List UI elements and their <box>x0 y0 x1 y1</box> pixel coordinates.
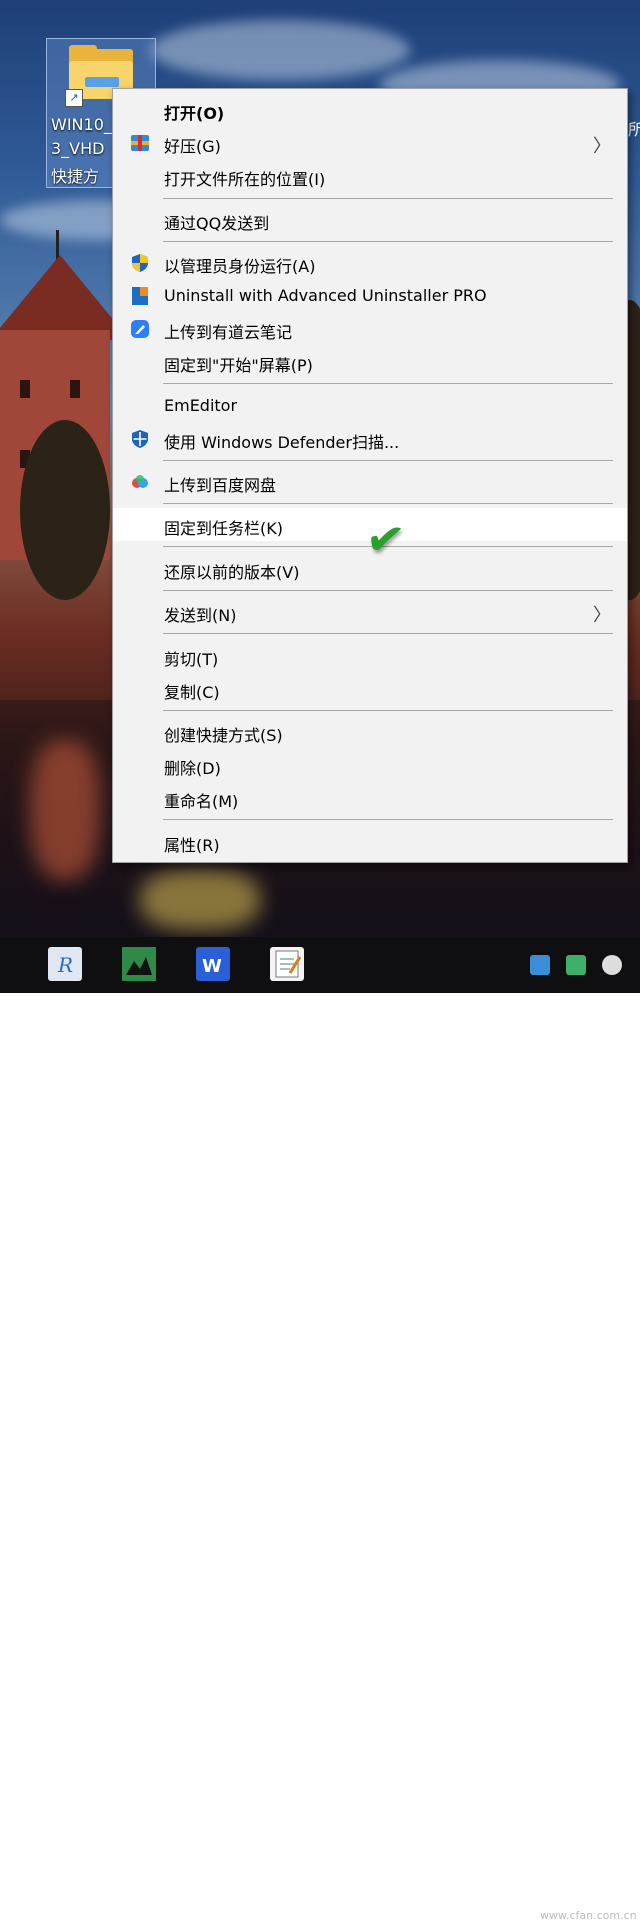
menu-item-label: 上传到百度网盘 <box>164 476 277 495</box>
uac-shield-icon <box>130 253 150 273</box>
menu-item-label: 使用 Windows Defender扫描... <box>164 433 400 452</box>
menu-item-send-to[interactable]: 发送到(N) 〉 <box>113 595 627 628</box>
reflection-light <box>30 740 100 880</box>
folder-icon-stripe <box>85 77 119 87</box>
baidu-netdisk-icon <box>130 472 150 492</box>
advanced-uninstaller-icon <box>130 286 150 306</box>
menu-item-label: 重命名(M) <box>164 792 239 811</box>
tree <box>20 420 110 600</box>
watermark: www.cfan.com.cn <box>540 1909 637 1922</box>
menu-separator <box>163 819 613 820</box>
menu-item-open-location[interactable]: 打开文件所在的位置(I) <box>113 159 627 192</box>
clock-icon[interactable] <box>602 955 622 975</box>
menu-item-label: 剪切(T) <box>164 650 219 669</box>
menu-separator <box>163 383 613 384</box>
menu-item-open[interactable]: 打开(O) <box>113 93 627 126</box>
menu-item-advanced-uninstaller[interactable]: Uninstall with Advanced Uninstaller PRO <box>113 279 627 312</box>
menu-item-properties[interactable]: 属性(R) <box>113 825 627 858</box>
menu-item-send-via-qq[interactable]: 通过QQ发送到 <box>113 203 627 236</box>
chevron-right-icon: 〉 <box>593 605 611 626</box>
menu-item-label: 复制(C) <box>164 683 220 702</box>
menu-item-label: 通过QQ发送到 <box>164 214 270 233</box>
image-viewer-icon[interactable] <box>122 947 156 981</box>
menu-item-emeditor[interactable]: EmEditor <box>113 389 627 422</box>
menu-item-baidu-netdisk[interactable]: 上传到百度网盘 <box>113 465 627 498</box>
menu-separator <box>163 710 613 711</box>
rainmeter-icon[interactable]: R <box>48 947 82 981</box>
menu-separator <box>163 241 613 242</box>
virtualbox-icon[interactable] <box>530 955 550 975</box>
network-icon[interactable] <box>566 955 586 975</box>
menu-item-label: 发送到(N) <box>164 606 237 625</box>
svg-text:R: R <box>57 953 73 977</box>
desktop-edge-text: 所 <box>628 120 640 139</box>
menu-separator <box>163 503 613 504</box>
menu-separator <box>163 633 613 634</box>
menu-item-run-as-admin[interactable]: 以管理员身份运行(A) <box>113 246 627 279</box>
castle-window <box>20 380 30 398</box>
menu-item-label: 上传到有道云笔记 <box>164 323 293 342</box>
menu-item-rename[interactable]: 重命名(M) <box>113 781 627 814</box>
menu-item-pin-to-start[interactable]: 固定到"开始"屏幕(P) <box>113 345 627 378</box>
shortcut-arrow-icon: ↗ <box>65 89 83 107</box>
svg-text:W: W <box>202 956 222 977</box>
menu-item-label: 属性(R) <box>164 836 220 855</box>
cloud <box>150 20 410 80</box>
notepad-icon[interactable] <box>270 947 304 981</box>
reflection-light <box>140 870 260 930</box>
menu-item-label: 创建快捷方式(S) <box>164 726 283 745</box>
menu-item-label: 好压(G) <box>164 137 221 156</box>
menu-item-label: 打开文件所在的位置(I) <box>164 170 326 189</box>
menu-separator <box>163 460 613 461</box>
menu-item-cut[interactable]: 剪切(T) <box>113 639 627 672</box>
menu-item-label: 打开(O) <box>164 104 225 123</box>
menu-item-defender-scan[interactable]: 使用 Windows Defender扫描... <box>113 422 627 455</box>
menu-item-label: 固定到"开始"屏幕(P) <box>164 356 313 375</box>
menu-item-label: 固定到任务栏(K) <box>164 519 283 538</box>
wps-icon[interactable]: W <box>196 947 230 981</box>
castle-roof <box>0 255 130 340</box>
menu-item-label: Uninstall with Advanced Uninstaller PRO <box>164 286 487 305</box>
youdao-note-icon <box>130 319 150 339</box>
menu-item-label: EmEditor <box>164 396 238 415</box>
checkmark-annotation-icon: ✔ <box>362 509 409 569</box>
menu-item-youdao-note[interactable]: 上传到有道云笔记 <box>113 312 627 345</box>
menu-item-label: 删除(D) <box>164 759 221 778</box>
menu-item-label: 以管理员身份运行(A) <box>164 257 316 276</box>
menu-item-create-shortcut[interactable]: 创建快捷方式(S) <box>113 715 627 748</box>
context-menu: 打开(O) 好压(G) 〉 打开文件所在的位置(I) 通过QQ发送到 以管理员身… <box>112 88 628 863</box>
taskbar: R W www.cfan.com.cn <box>0 937 640 1922</box>
castle-window <box>70 380 80 398</box>
menu-item-label: 还原以前的版本(V) <box>164 563 300 582</box>
haozip-archive-icon <box>130 133 150 153</box>
menu-separator <box>163 590 613 591</box>
menu-item-copy[interactable]: 复制(C) <box>113 672 627 705</box>
windows-defender-icon <box>130 429 150 449</box>
chevron-right-icon: 〉 <box>593 136 611 157</box>
menu-separator <box>163 198 613 199</box>
menu-item-delete[interactable]: 删除(D) <box>113 748 627 781</box>
menu-item-haozip[interactable]: 好压(G) 〉 <box>113 126 627 159</box>
